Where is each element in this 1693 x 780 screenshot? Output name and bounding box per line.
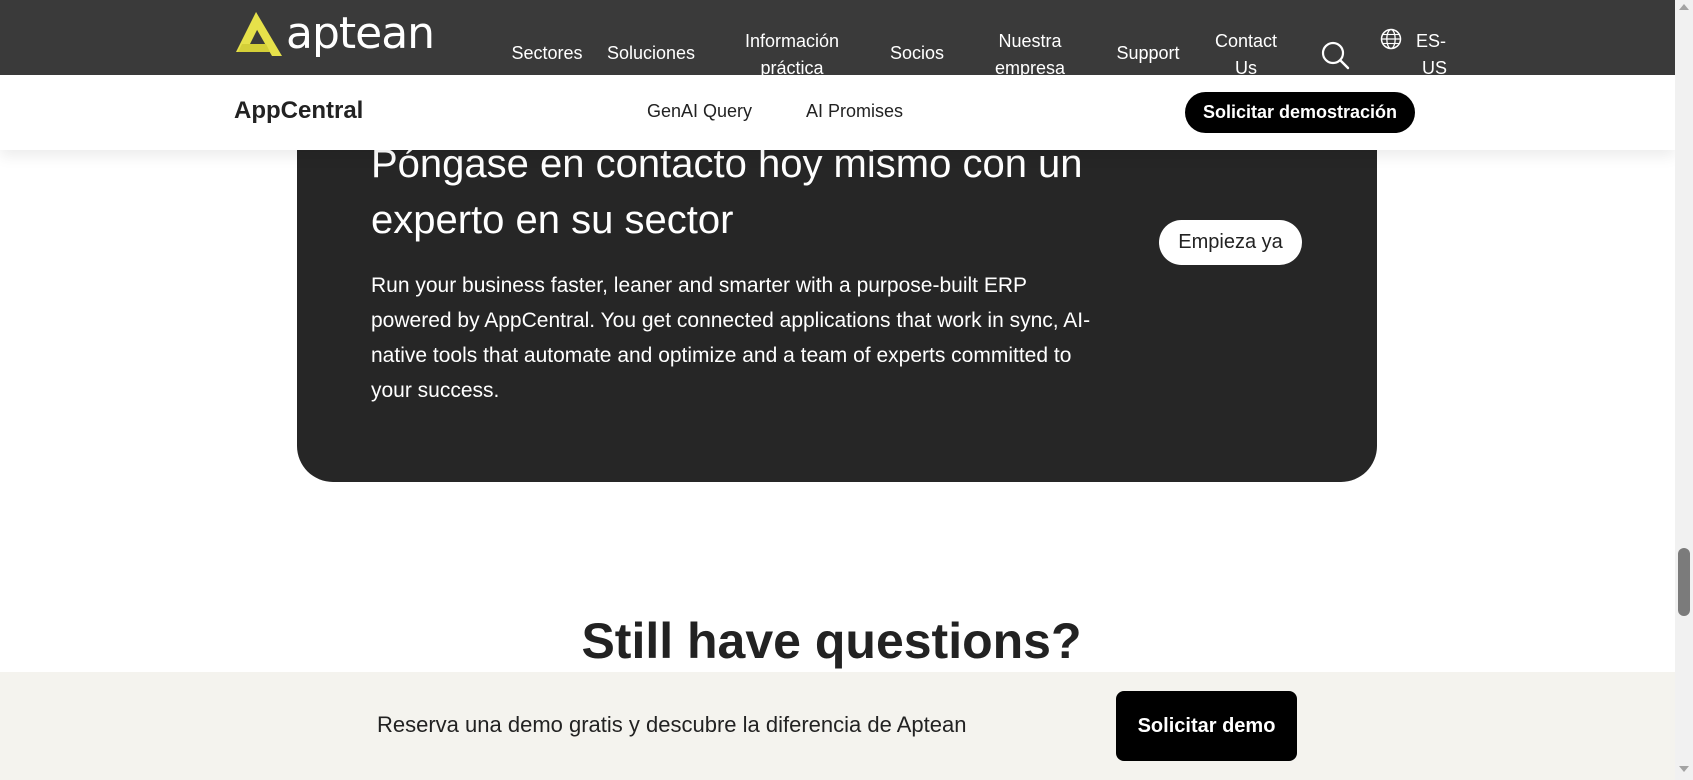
nav-item-nuestra-empresa[interactable]: Nuestra empresa — [988, 28, 1072, 82]
request-demo-banner-button[interactable]: Solicitar demo — [1116, 691, 1297, 761]
request-demo-button[interactable]: Solicitar demostración — [1185, 92, 1415, 133]
page: Póngase en contacto hoy mismo con un exp… — [0, 0, 1693, 780]
demo-banner-text: Reserva una demo gratis y descubre la di… — [377, 712, 967, 737]
page-scrollbar[interactable] — [1675, 0, 1693, 780]
nav-item-label: Support — [1116, 43, 1180, 63]
nav-item-support[interactable]: Support — [1110, 40, 1186, 67]
language-label-line2: US — [1422, 58, 1448, 78]
contact-card-title: Póngase en contacto hoy mismo con un exp… — [371, 142, 1083, 242]
top-navigation: aptean Sectores Soluciones Información p… — [0, 0, 1675, 78]
nav-item-label: Contact — [1214, 31, 1278, 51]
sub-navigation: AppCentral GenAI Query AI Promises Solic… — [0, 75, 1675, 150]
contact-card-text: Run your business faster, leaner and sma… — [371, 274, 1091, 402]
scrollbar-thumb[interactable] — [1678, 548, 1690, 616]
search-icon[interactable] — [1320, 40, 1350, 70]
nav-item-soluciones[interactable]: Soluciones — [603, 40, 699, 67]
questions-heading: Still have questions? — [581, 613, 1082, 669]
scroll-up-arrow-icon[interactable] — [1679, 4, 1689, 10]
nav-item-label: Nuestra — [998, 31, 1062, 51]
subnav-link-ai-promises[interactable]: AI Promises — [806, 101, 903, 122]
nav-item-sectores[interactable]: Sectores — [505, 40, 589, 67]
nav-item-label: Soluciones — [606, 43, 696, 63]
aptean-logo-icon — [236, 12, 282, 56]
language-selector[interactable]: ES- US — [1416, 28, 1456, 82]
start-now-button[interactable]: Empieza ya — [1159, 220, 1302, 265]
nav-item-label: Sectores — [511, 43, 583, 63]
nav-item-informacion-practica[interactable]: Información práctica — [735, 28, 849, 82]
aptean-logo[interactable]: aptean — [236, 8, 435, 59]
globe-icon[interactable] — [1380, 28, 1402, 50]
language-label: ES- — [1416, 31, 1447, 51]
demo-banner: Reserva una demo gratis y descubre la di… — [0, 672, 1675, 780]
nav-item-contact-us[interactable]: Contact Us — [1208, 28, 1284, 82]
nav-item-label: Información — [744, 31, 840, 51]
subnav-link-genai-query[interactable]: GenAI Query — [647, 101, 752, 122]
nav-item-label: Socios — [889, 43, 945, 63]
scroll-down-arrow-icon[interactable] — [1679, 766, 1689, 772]
nav-item-label-line2: empresa — [994, 58, 1066, 78]
nav-item-label-line2: Us — [1235, 58, 1257, 78]
nav-item-socios[interactable]: Socios — [884, 40, 950, 67]
contact-card: Póngase en contacto hoy mismo con un exp… — [297, 100, 1377, 482]
subnav-brand[interactable]: AppCentral — [234, 97, 363, 125]
logo-text: aptean — [286, 8, 435, 59]
nav-item-label-line2: práctica — [760, 58, 824, 78]
